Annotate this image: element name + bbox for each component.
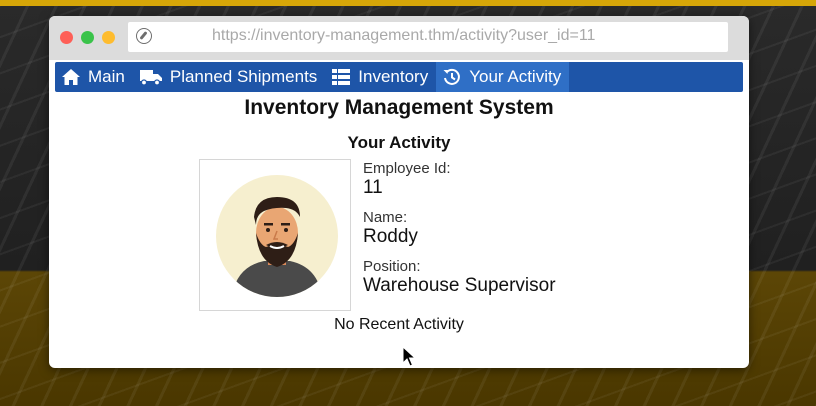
- nav-item-inventory[interactable]: Inventory: [325, 62, 436, 92]
- employee-details: Employee Id: 11 Name: Roddy Position: Wa…: [363, 160, 556, 307]
- nav-item-planned-shipments[interactable]: Planned Shipments: [133, 62, 325, 92]
- employee-id-value: 11: [363, 177, 383, 198]
- browser-window: https://inventory-management.thm/activit…: [49, 16, 749, 368]
- activity-status: No Recent Activity: [334, 316, 464, 333]
- nav-item-main[interactable]: Main: [55, 62, 133, 92]
- minimize-window-button[interactable]: [102, 31, 115, 44]
- home-icon: [61, 68, 81, 86]
- nav-item-planned-shipments-label: Planned Shipments: [169, 67, 318, 86]
- employee-id-label: Employee Id:: [363, 160, 451, 177]
- close-window-button[interactable]: [60, 31, 73, 44]
- nav-bar: Main Planned Shipments Inventory Your Ac…: [55, 62, 743, 92]
- name-label: Name:: [363, 209, 408, 226]
- employee-avatar-icon: [216, 175, 338, 297]
- nav-item-your-activity[interactable]: Your Activity: [436, 62, 570, 92]
- list-icon: [331, 68, 351, 86]
- history-icon: [442, 68, 462, 86]
- nav-item-inventory-label: Inventory: [358, 67, 429, 86]
- position-label: Position:: [363, 258, 421, 275]
- zoom-window-button[interactable]: [81, 31, 94, 44]
- browser-titlebar: https://inventory-management.thm/activit…: [49, 16, 749, 60]
- position-value: Warehouse Supervisor: [363, 275, 556, 296]
- truck-icon: [139, 68, 163, 86]
- compass-icon: [136, 28, 152, 44]
- mouse-cursor-icon: [402, 346, 416, 367]
- name-value: Roddy: [363, 226, 418, 247]
- background-stripe: [0, 0, 816, 6]
- section-title: Your Activity: [347, 133, 451, 152]
- nav-item-main-label: Main: [88, 67, 125, 86]
- url-text[interactable]: https://inventory-management.thm/activit…: [212, 27, 595, 45]
- nav-item-your-activity-label: Your Activity: [469, 67, 562, 86]
- app-title: Inventory Management System: [244, 96, 554, 119]
- avatar: [199, 159, 351, 311]
- address-bar[interactable]: https://inventory-management.thm/activit…: [128, 22, 728, 52]
